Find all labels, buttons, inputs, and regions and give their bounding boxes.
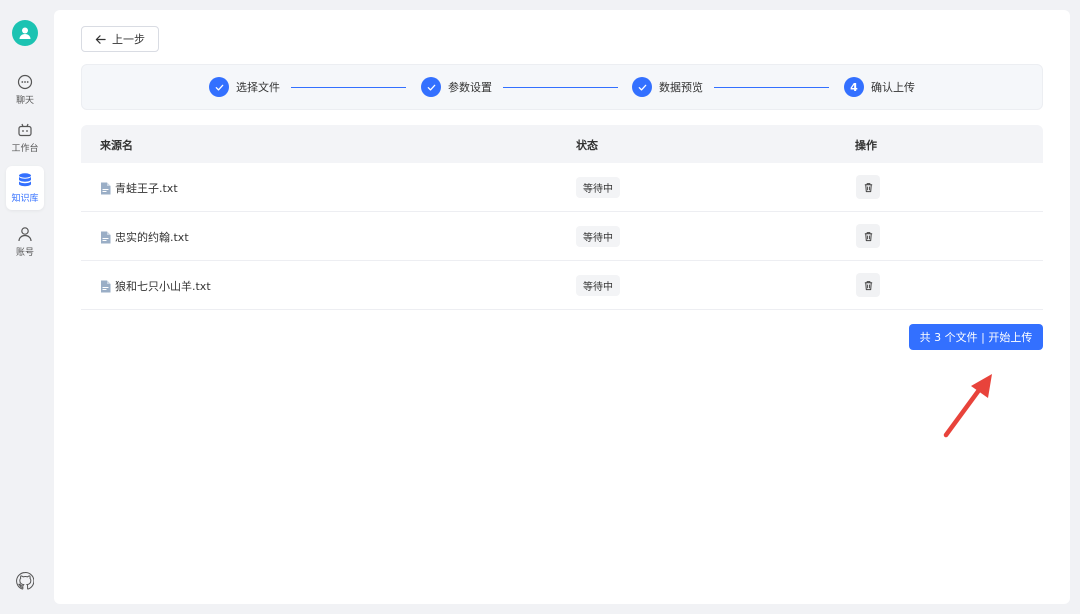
trash-icon <box>864 182 872 192</box>
step-data-preview: 数据预览 <box>632 77 703 97</box>
step-done-circle <box>209 77 229 97</box>
trash-icon <box>864 231 872 241</box>
step-label: 参数设置 <box>448 81 492 94</box>
step-confirm-upload: 4 确认上传 <box>844 77 915 97</box>
back-button-label: 上一步 <box>112 33 145 46</box>
file-name-cell: 忠实的约翰.txt <box>100 229 189 245</box>
step-done-circle <box>421 77 441 97</box>
column-header-status: 状态 <box>576 139 598 152</box>
back-button[interactable]: 上一步 <box>81 26 159 52</box>
annotation-arrow-icon <box>943 374 992 438</box>
steps-bar: 选择文件 参数设置 数据预览 4 确认上传 <box>81 64 1043 110</box>
trash-icon <box>864 280 872 290</box>
sidebar-item-chat[interactable]: 聊天 <box>6 68 44 112</box>
file-name: 狼和七只小山羊.txt <box>115 280 211 293</box>
table-row: 狼和七只小山羊.txt 等待中 <box>81 261 1043 310</box>
status-badge: 等待中 <box>576 226 620 247</box>
sidebar-item-label: 知识库 <box>11 194 39 204</box>
file-name-cell: 狼和七只小山羊.txt <box>100 278 211 294</box>
step-connector <box>291 87 406 88</box>
table-row: 忠实的约翰.txt 等待中 <box>81 212 1043 261</box>
sidebar: 聊天 工作台 知识库 账号 <box>0 0 50 614</box>
sidebar-item-knowledge-base[interactable]: 知识库 <box>6 166 44 210</box>
step-label: 确认上传 <box>871 81 915 94</box>
file-name: 忠实的约翰.txt <box>115 231 189 244</box>
table-row: 青蛙王子.txt 等待中 <box>81 163 1043 212</box>
step-params: 参数设置 <box>421 77 492 97</box>
delete-button[interactable] <box>856 224 880 248</box>
step-connector <box>503 87 618 88</box>
status-badge: 等待中 <box>576 275 620 296</box>
sidebar-item-account[interactable]: 账号 <box>6 220 44 264</box>
status-badge: 等待中 <box>576 177 620 198</box>
chat-icon <box>17 74 33 90</box>
github-link[interactable] <box>16 572 35 590</box>
user-icon <box>18 227 32 242</box>
robot-icon <box>18 123 32 137</box>
sidebar-item-label: 工作台 <box>11 144 39 154</box>
arrow-left-icon <box>95 34 106 44</box>
txt-file-icon <box>101 280 111 292</box>
step-select-file: 选择文件 <box>209 77 280 97</box>
delete-button[interactable] <box>856 273 880 297</box>
sidebar-item-label: 账号 <box>15 248 34 258</box>
txt-file-icon <box>101 182 111 194</box>
check-icon <box>215 84 223 91</box>
check-icon <box>638 84 646 91</box>
github-icon <box>16 572 35 590</box>
step-number-circle: 4 <box>844 77 864 97</box>
step-connector <box>714 87 829 88</box>
avatar[interactable] <box>12 20 38 46</box>
file-name: 青蛙王子.txt <box>115 182 178 195</box>
column-header-source: 来源名 <box>100 139 133 152</box>
main-panel: 上一步 选择文件 参数设置 数据预览 4 确认上传 来源名 状态 操作 青蛙王子… <box>54 10 1070 604</box>
file-name-cell: 青蛙王子.txt <box>100 180 178 196</box>
column-header-actions: 操作 <box>855 139 877 152</box>
step-label: 数据预览 <box>659 81 703 94</box>
delete-button[interactable] <box>856 175 880 199</box>
table-header: 来源名 状态 操作 <box>81 125 1043 163</box>
txt-file-icon <box>101 231 111 243</box>
database-icon <box>19 173 31 187</box>
user-avatar-icon <box>19 27 31 39</box>
step-label: 选择文件 <box>236 81 280 94</box>
check-icon <box>427 84 435 91</box>
step-done-circle <box>632 77 652 97</box>
start-upload-button[interactable]: 共 3 个文件 | 开始上传 <box>909 324 1043 350</box>
sidebar-item-label: 聊天 <box>15 96 34 106</box>
sidebar-item-workbench[interactable]: 工作台 <box>6 116 44 160</box>
